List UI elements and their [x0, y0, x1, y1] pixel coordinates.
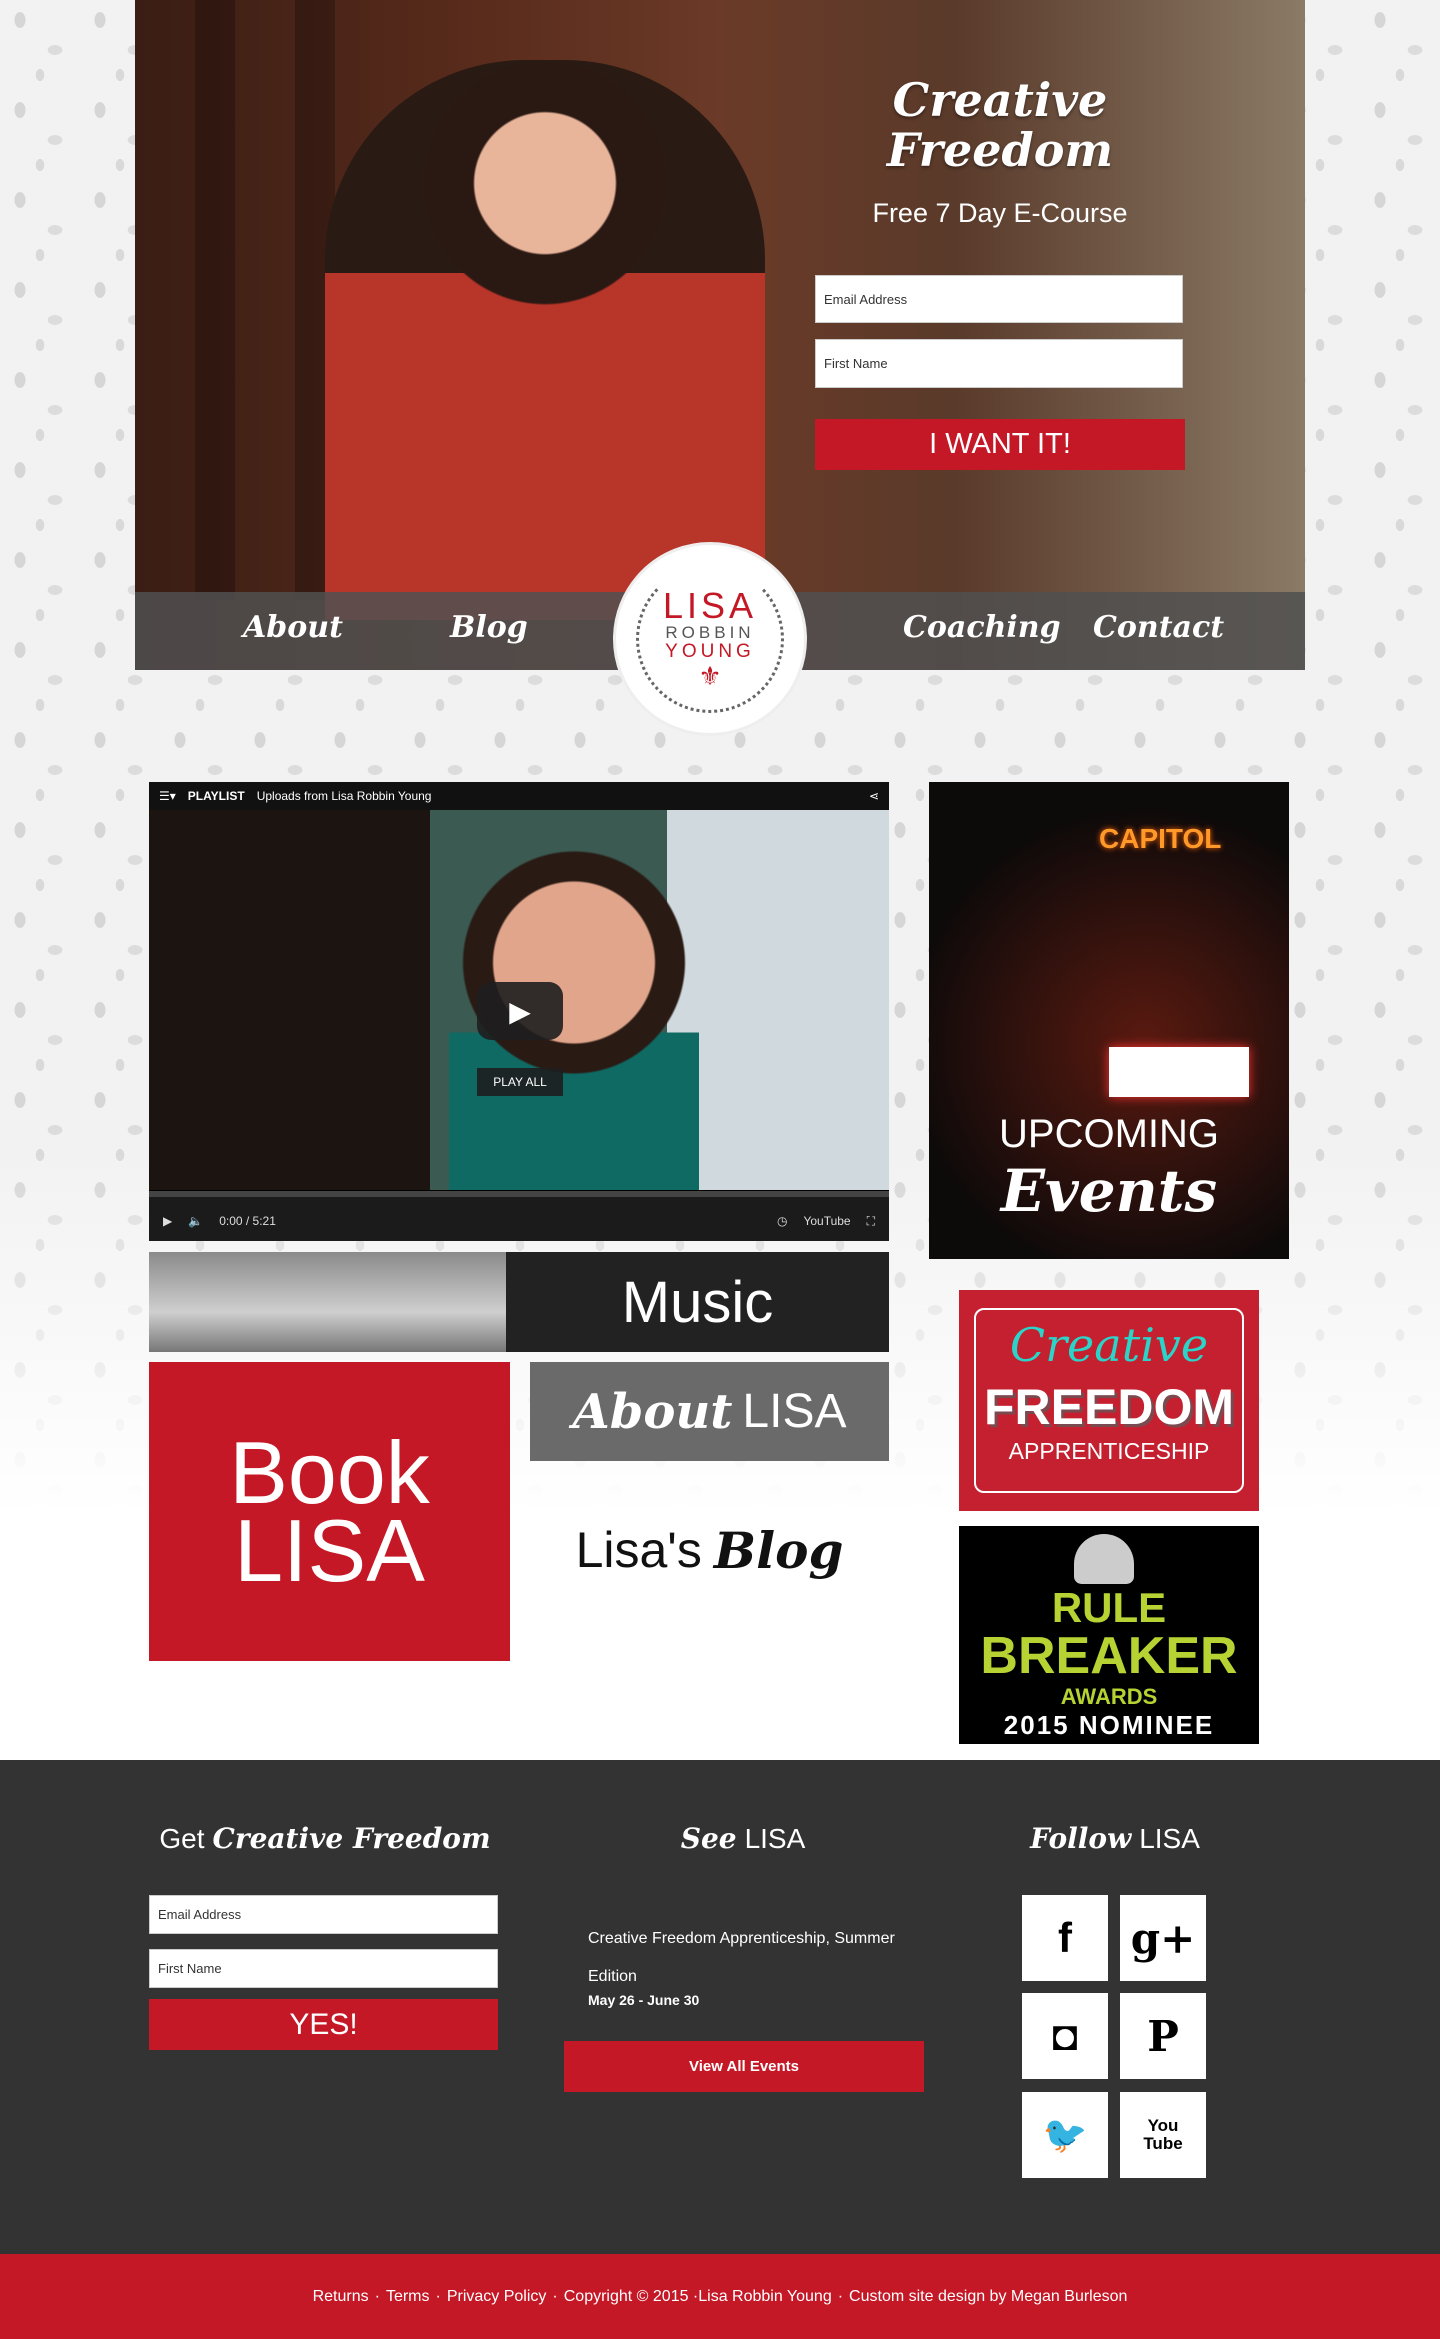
eyes-photo [149, 1252, 506, 1352]
terms-link[interactable]: Terms [386, 2288, 430, 2306]
rb-text: BREAKER [980, 1627, 1238, 1685]
lisas-blog-tile[interactable]: Lisa's Blog [530, 1510, 889, 1590]
event-date: May 26 - June 30 [588, 1992, 700, 2008]
upcoming-events-tile[interactable]: CAPITOL UPCOMING Events [929, 782, 1289, 1259]
hammer-icon [1074, 1534, 1134, 1584]
book-label: Book [229, 1422, 430, 1522]
nav-about[interactable]: About [243, 610, 343, 645]
hero-subtitle: Free 7 Day E-Course [872, 198, 1128, 228]
footer-heading-see: See LISA [680, 1822, 806, 1855]
footer-yes-button[interactable]: YES! [149, 1999, 498, 2050]
video-progress-bar[interactable] [149, 1191, 889, 1197]
separator: · [435, 2287, 441, 2305]
marquee [1109, 1047, 1249, 1097]
blog-script: Blog [713, 1520, 844, 1580]
video-controls: ▶ 🔈 0:00 / 5:21 ◷ YouTube ⛶ [149, 1191, 889, 1241]
youtube-logo[interactable]: YouTube [803, 1214, 850, 1228]
video-top-bar: ☰▾ PLAYLIST Uploads from Lisa Robbin You… [149, 782, 889, 810]
separator: · [552, 2287, 558, 2305]
fullscreen-icon[interactable]: ⛶ [867, 1214, 875, 1229]
facebook-icon[interactable]: f [1022, 1895, 1108, 1981]
play-all-button[interactable]: PLAY ALL [477, 1068, 563, 1096]
event-title-link[interactable]: Creative Freedom Apprenticeship, Summer … [588, 1920, 928, 1996]
footer-heading-get: Get Creative Freedom [159, 1822, 491, 1855]
about-script: About [572, 1383, 733, 1440]
book-lisa-tile[interactable]: Book LISA [149, 1362, 510, 1661]
cf-sub: APPRENTICESHIP [1008, 1438, 1210, 1464]
about-plain: LISA [742, 1385, 847, 1438]
play-icon[interactable]: ▶ [163, 1214, 172, 1228]
twitter-icon[interactable]: 🐦 [1022, 2092, 1108, 2178]
share-icon[interactable]: ⋖ [869, 789, 879, 803]
door-panel [195, 0, 235, 600]
site-logo[interactable]: LISA ROBBIN YOUNG ⚜ [613, 542, 807, 736]
pinterest-icon[interactable]: P [1120, 1993, 1206, 2079]
hero-title: Creative Freedom [886, 73, 1114, 177]
cf-script: Creative [1009, 1318, 1209, 1372]
footer-email-input[interactable]: Email Address [149, 1895, 498, 1934]
capitol-sign: CAPITOL [1099, 823, 1222, 854]
instagram-icon[interactable]: ◘ [1022, 1993, 1108, 2079]
about-lisa-tile[interactable]: About LISA [530, 1362, 889, 1461]
play-button[interactable]: ▶ [477, 982, 563, 1040]
events-label: UPCOMING [999, 1112, 1219, 1156]
events-script-label: Events [1000, 1157, 1218, 1225]
hero-photo [325, 60, 765, 620]
youtube-player[interactable]: ☰▾ PLAYLIST Uploads from Lisa Robbin You… [149, 782, 889, 1241]
music-tile[interactable]: Music [149, 1252, 889, 1352]
laurel-icon [636, 565, 784, 713]
volume-icon[interactable]: 🔈 [188, 1214, 203, 1228]
footer-name-input[interactable]: First Name [149, 1949, 498, 1988]
hero-name-input[interactable]: First Name [815, 339, 1183, 388]
playlist-icon[interactable]: ☰▾ [159, 789, 176, 803]
rb-text: 2015 NOMINEE [1003, 1710, 1215, 1740]
footer: Get Creative Freedom Email Address First … [0, 1760, 1440, 2254]
footer-heading-follow: Follow LISA [1030, 1822, 1200, 1855]
music-label: Music [621, 1269, 774, 1335]
nav-coaching[interactable]: Coaching [903, 610, 1061, 645]
rb-text: AWARDS [1060, 1684, 1158, 1709]
creative-freedom-apprenticeship-tile[interactable]: Creative FREEDOM APPRENTICESHIP [959, 1290, 1259, 1511]
book-label: LISA [234, 1500, 425, 1600]
playlist-label[interactable]: PLAYLIST [188, 789, 245, 803]
youtube-icon[interactable]: You Tube [1120, 2092, 1206, 2178]
copyright: Copyright © 2015 ·Lisa Robbin Young [563, 2287, 832, 2305]
rule-breaker-awards-tile[interactable]: RULE BREAKER AWARDS 2015 NOMINEE [959, 1526, 1259, 1744]
hero-submit-button[interactable]: I WANT IT! [815, 419, 1185, 470]
privacy-policy-link[interactable]: Privacy Policy [447, 2288, 547, 2306]
watch-later-icon[interactable]: ◷ [777, 1214, 787, 1228]
designer-credit-link[interactable]: Custom site design by Megan Burleson [849, 2288, 1127, 2306]
nav-contact[interactable]: Contact [1093, 610, 1224, 645]
separator: · [837, 2287, 844, 2305]
nav-blog[interactable]: Blog [450, 610, 528, 645]
google-plus-icon[interactable]: g+ [1120, 1895, 1206, 1981]
view-all-events-button[interactable]: View All Events [564, 2041, 924, 2092]
blog-plain: Lisa's [575, 1522, 702, 1578]
separator: · [374, 2287, 380, 2305]
hero-email-input[interactable]: Email Address [815, 275, 1183, 323]
bottom-bar: Returns · Terms · Privacy Policy · Copyrigh… [0, 2254, 1440, 2339]
video-time: 0:00 / 5:21 [219, 1214, 276, 1228]
cf-title: FREEDOM [984, 1379, 1234, 1435]
rb-text: RULE [1051, 1584, 1167, 1631]
returns-link[interactable]: Returns [313, 2288, 369, 2306]
video-title[interactable]: Uploads from Lisa Robbin Young [257, 789, 432, 803]
